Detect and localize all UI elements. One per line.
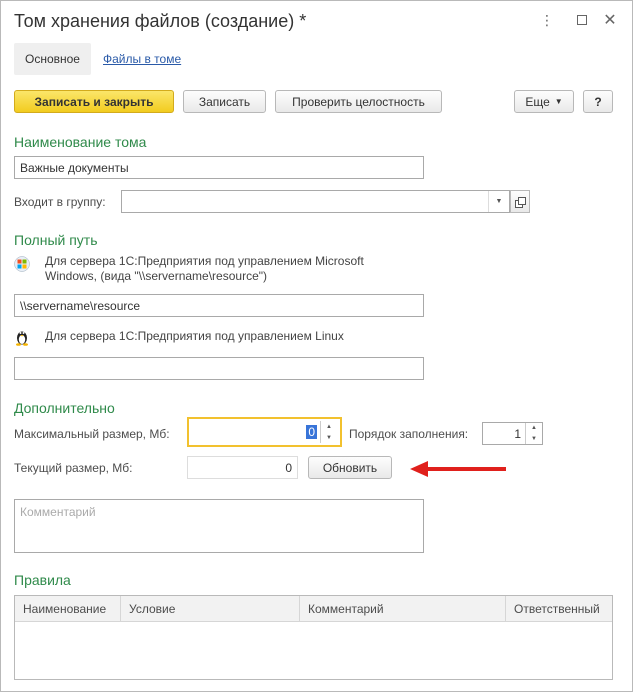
rules-table-header: Наименование Условие Комментарий Ответст… — [15, 596, 612, 622]
stepper-up-icon[interactable]: ▲ — [531, 425, 537, 431]
window-title: Том хранения файлов (создание) * — [14, 11, 307, 31]
more-vertical-icon[interactable]: ⋮ — [538, 11, 556, 29]
check-integrity-button[interactable]: Проверить целостность — [275, 90, 442, 113]
linux-path-input[interactable] — [14, 357, 424, 380]
stepper[interactable]: ▲ ▼ — [320, 421, 337, 443]
max-size-value: 0 — [306, 425, 317, 439]
max-size-input[interactable]: 0 ▲ ▼ — [187, 417, 342, 447]
section-naming: Наименование тома — [14, 134, 147, 150]
help-button[interactable]: ? — [583, 90, 613, 113]
column-responsible[interactable]: Ответственный — [506, 596, 612, 621]
comment-placeholder: Комментарий — [20, 505, 96, 519]
stepper-down-icon[interactable]: ▼ — [326, 435, 332, 441]
order-stepper[interactable]: ▲ ▼ — [525, 423, 542, 444]
dropdown-arrow-icon[interactable]: ▼ — [488, 191, 509, 212]
order-input[interactable]: 1 ▲ ▼ — [482, 422, 543, 445]
linux-logo-icon — [14, 328, 32, 346]
group-field[interactable]: ▼ — [121, 190, 510, 213]
section-path: Полный путь — [14, 232, 98, 248]
order-value: 1 — [514, 426, 521, 441]
windows-path-input[interactable]: \\servername\resource — [14, 294, 424, 317]
tab-files[interactable]: Файлы в томе — [103, 52, 181, 66]
column-condition[interactable]: Условие — [121, 596, 300, 621]
form-window: Том хранения файлов (создание) * ⋮ ✕ Осн… — [0, 0, 633, 692]
group-label: Входит в группу: — [14, 195, 106, 209]
max-size-label: Максимальный размер, Мб: — [14, 427, 170, 441]
refresh-button[interactable]: Обновить — [308, 456, 392, 479]
comment-textarea[interactable]: Комментарий — [14, 499, 424, 553]
rules-table[interactable]: Наименование Условие Комментарий Ответст… — [14, 595, 613, 680]
section-rules: Правила — [14, 572, 71, 588]
close-icon[interactable]: ✕ — [601, 11, 619, 29]
maximize-icon[interactable] — [573, 11, 591, 29]
tab-main[interactable]: Основное — [14, 43, 91, 75]
linux-note: Для сервера 1С:Предприятия под управлени… — [45, 329, 344, 343]
more-label: Еще — [525, 94, 550, 109]
current-size-field: 0 — [187, 456, 298, 479]
volume-name-input[interactable]: Важные документы — [14, 156, 424, 179]
windows-note: Для сервера 1С:Предприятия под управлени… — [45, 254, 364, 283]
stepper-up-icon[interactable]: ▲ — [326, 424, 332, 430]
save-button[interactable]: Записать — [183, 90, 266, 113]
column-name[interactable]: Наименование — [15, 596, 121, 621]
column-comment[interactable]: Комментарий — [300, 596, 506, 621]
open-icon[interactable] — [510, 190, 530, 213]
current-size-label: Текущий размер, Мб: — [14, 461, 133, 475]
windows-logo-icon — [14, 256, 32, 274]
order-label: Порядок заполнения: — [349, 427, 469, 441]
more-button[interactable]: Еще ▼ — [514, 90, 574, 113]
section-extra: Дополнительно — [14, 400, 115, 416]
red-arrow-annotation — [408, 459, 508, 479]
save-and-close-button[interactable]: Записать и закрыть — [14, 90, 174, 113]
dropdown-arrow-icon: ▼ — [554, 97, 563, 106]
stepper-down-icon[interactable]: ▼ — [531, 436, 537, 442]
